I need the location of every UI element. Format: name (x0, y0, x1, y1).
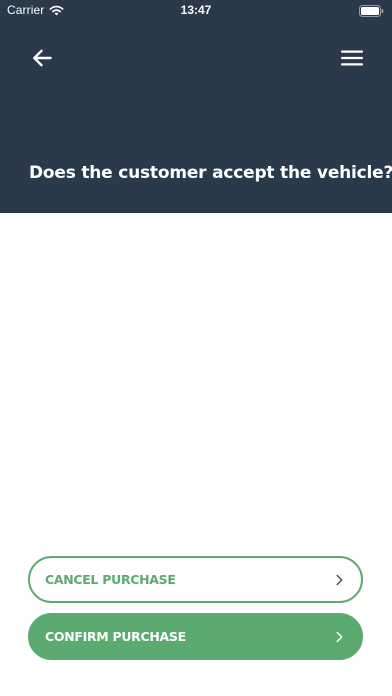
cancel-purchase-label: CANCEL PURCHASE (45, 572, 176, 587)
hamburger-menu-icon (341, 50, 363, 66)
header: Carrier 13:47 Does the customer accept t… (0, 0, 392, 213)
menu-button[interactable] (336, 42, 368, 74)
arrow-left-icon (33, 49, 52, 67)
battery-icon (359, 5, 384, 17)
screen: Carrier 13:47 Does the customer accept t… (0, 0, 392, 696)
action-buttons: CANCEL PURCHASE CONFIRM PURCHASE (28, 556, 363, 660)
chevron-right-icon (336, 574, 343, 585)
status-bar: Carrier 13:47 (0, 0, 392, 22)
chevron-right-icon (336, 631, 343, 642)
page-title: Does the customer accept the vehicle? (29, 163, 392, 183)
nav-bar (0, 36, 392, 80)
confirm-purchase-button[interactable]: CONFIRM PURCHASE (28, 613, 363, 660)
cancel-purchase-button[interactable]: CANCEL PURCHASE (28, 556, 363, 603)
back-button[interactable] (26, 42, 58, 74)
confirm-purchase-label: CONFIRM PURCHASE (45, 629, 186, 644)
status-time: 13:47 (180, 3, 212, 17)
